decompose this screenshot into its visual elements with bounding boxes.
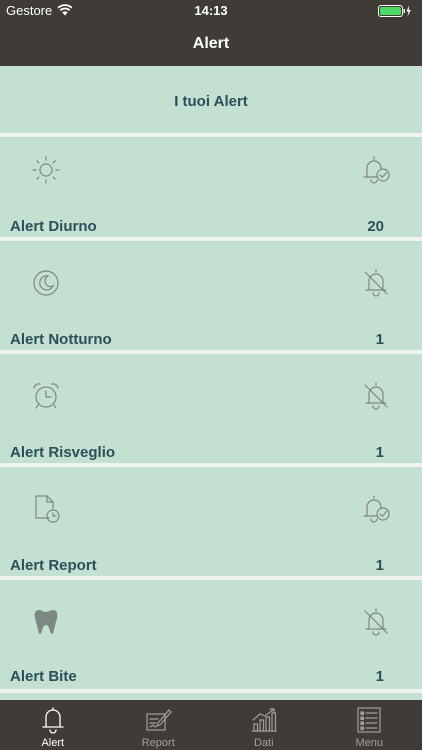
alert-row-count: 1 xyxy=(375,331,384,348)
alarm-clock-icon xyxy=(33,383,59,409)
alert-row-count: 1 xyxy=(375,444,384,461)
section-header-label: I tuoi Alert xyxy=(174,93,248,110)
bell-off-icon[interactable] xyxy=(360,267,392,299)
alert-row-partial xyxy=(0,693,422,700)
alert-row-label: Alert Risveglio xyxy=(10,444,116,461)
chart-icon xyxy=(251,708,277,732)
moon-icon xyxy=(33,270,59,296)
alert-row-diurno[interactable]: Alert Diurno 20 xyxy=(0,137,422,237)
tab-label: Menu xyxy=(355,737,384,749)
bell-check-icon[interactable] xyxy=(360,493,392,525)
clock: 14:13 xyxy=(194,3,228,18)
navigation-bar: Alert xyxy=(0,22,422,66)
tab-report[interactable]: Report xyxy=(106,700,212,750)
list-icon xyxy=(357,707,381,733)
alert-row-label: Alert Notturno xyxy=(10,331,112,348)
tab-label: Dati xyxy=(253,737,274,749)
alert-row-label: Alert Diurno xyxy=(10,218,97,235)
battery-icon xyxy=(378,5,411,17)
bell-off-icon[interactable] xyxy=(360,380,392,412)
sun-icon xyxy=(32,156,60,184)
alert-row-bite[interactable]: Alert Bite 1 xyxy=(0,580,422,689)
section-header: I tuoi Alert xyxy=(0,66,422,133)
document-clock-icon xyxy=(35,495,60,523)
tab-bar: Alert Report Dati Menu xyxy=(0,700,422,750)
tab-menu[interactable]: Menu xyxy=(317,700,422,750)
alert-row-label: Alert Bite xyxy=(10,668,77,685)
alert-row-label: Alert Report xyxy=(10,557,97,574)
page-title: Alert xyxy=(192,35,230,52)
bell-icon xyxy=(42,707,64,734)
alert-row-risveglio[interactable]: Alert Risveglio 1 xyxy=(0,354,422,463)
report-icon xyxy=(146,709,173,731)
alert-row-notturno[interactable]: Alert Notturno 1 xyxy=(0,241,422,350)
tab-alert[interactable]: Alert xyxy=(0,700,106,750)
tooth-icon xyxy=(34,610,58,634)
alert-row-count: 1 xyxy=(375,668,384,685)
alert-row-report[interactable]: Alert Report 1 xyxy=(0,467,422,576)
bell-check-icon[interactable] xyxy=(360,154,392,186)
tab-label: Alert xyxy=(41,737,65,749)
bell-off-icon[interactable] xyxy=(360,606,392,638)
tab-dati[interactable]: Dati xyxy=(211,700,317,750)
tab-label: Report xyxy=(141,737,175,749)
status-bar: Gestore 14:13 xyxy=(0,0,422,22)
alert-row-count: 20 xyxy=(367,218,384,235)
alert-row-count: 1 xyxy=(375,557,384,574)
